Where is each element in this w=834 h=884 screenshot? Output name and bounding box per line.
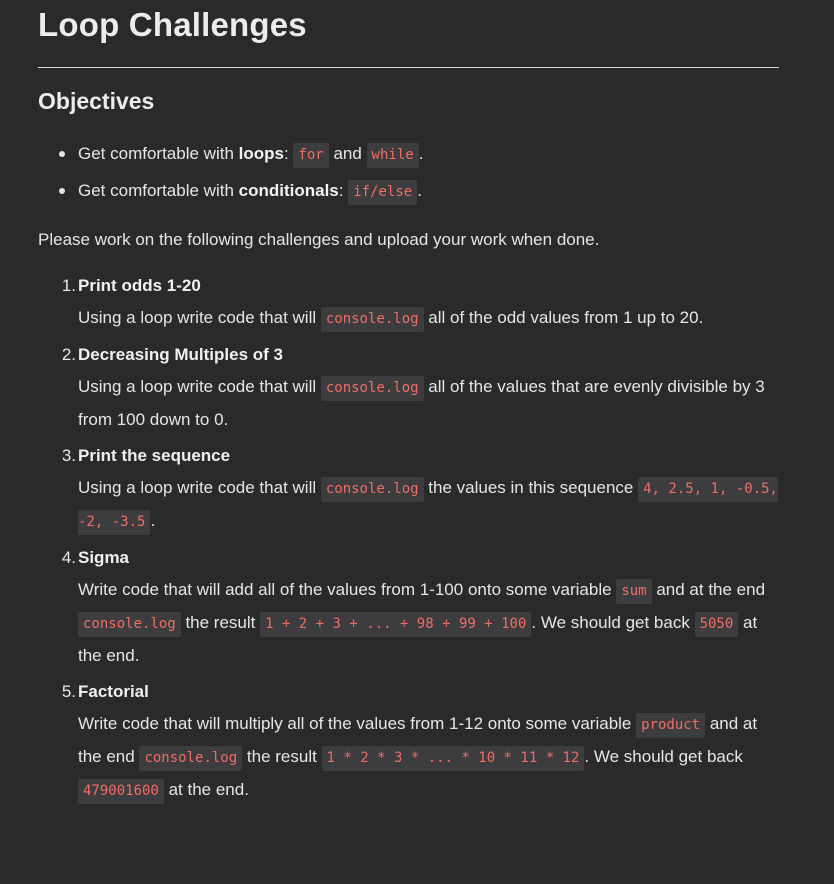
inline-code: console.log (320, 307, 424, 332)
challenge-item: 2. Decreasing Multiples of 3 Using a loo… (62, 339, 779, 436)
inline-code: product (636, 713, 706, 738)
inline-code: while (366, 143, 419, 168)
challenge-title: Factorial (78, 682, 149, 701)
objective-keyword: loops (238, 144, 284, 163)
challenge-number: 3. (61, 446, 76, 465)
challenge-number: 4. (61, 548, 76, 567)
challenge-item: 3. Print the sequence Using a loop write… (62, 440, 779, 538)
inline-code: 1 + 2 + 3 + ... + 98 + 99 + 100 (260, 612, 532, 637)
inline-code: console.log (78, 612, 181, 637)
objectives-heading: Objectives (38, 88, 155, 114)
challenge-item: 4. Sigma Write code that will add all of… (62, 542, 779, 672)
challenge-description: Using a loop write code that will consol… (78, 376, 765, 429)
document-page: Loop Challenges Objectives Get comfortab… (0, 0, 834, 884)
inline-code: 1 * 2 * 3 * ... * 10 * 11 * 12 (321, 746, 585, 771)
challenge-item: 1. Print odds 1-20 Using a loop write co… (62, 270, 779, 335)
objectives-list: Get comfortable with loops: for and whil… (38, 136, 779, 210)
inline-code: console.log (139, 746, 243, 771)
page-title: Loop Challenges (38, 6, 307, 43)
inline-code: console.log (320, 376, 424, 401)
bullet-icon (59, 188, 65, 194)
inline-code: 479001600 (78, 779, 164, 804)
challenge-description: Write code that will add all of the valu… (78, 579, 766, 665)
inline-code: for (293, 143, 329, 168)
challenges-list: 1. Print odds 1-20 Using a loop write co… (38, 270, 779, 807)
inline-code: console.log (320, 477, 424, 502)
challenge-description: Using a loop write code that will consol… (78, 472, 779, 538)
inline-code: if/else (348, 180, 418, 205)
challenge-title: Sigma (78, 548, 130, 567)
inline-code: 5050 (694, 612, 739, 637)
challenge-number: 5. (61, 682, 76, 701)
challenge-number: 2. (61, 345, 76, 364)
horizontal-rule (38, 67, 779, 68)
objective-item: Get comfortable with conditionals: if/el… (59, 173, 779, 210)
challenge-title: Print the sequence (78, 446, 231, 465)
challenge-item: 5. Factorial Write code that will multip… (62, 676, 779, 807)
challenge-description: Using a loop write code that will consol… (78, 302, 779, 335)
bullet-icon (59, 151, 65, 157)
objective-item: Get comfortable with loops: for and whil… (59, 136, 779, 173)
challenge-description: Write code that will multiply all of the… (78, 708, 779, 807)
inline-code: sum (616, 579, 652, 604)
challenge-title: Decreasing Multiples of 3 (78, 345, 283, 364)
intro-paragraph: Please work on the following challenges … (38, 230, 600, 249)
challenge-title: Print odds 1-20 (78, 276, 201, 295)
challenge-number: 1. (61, 276, 76, 295)
objective-keyword: conditionals (238, 181, 339, 200)
